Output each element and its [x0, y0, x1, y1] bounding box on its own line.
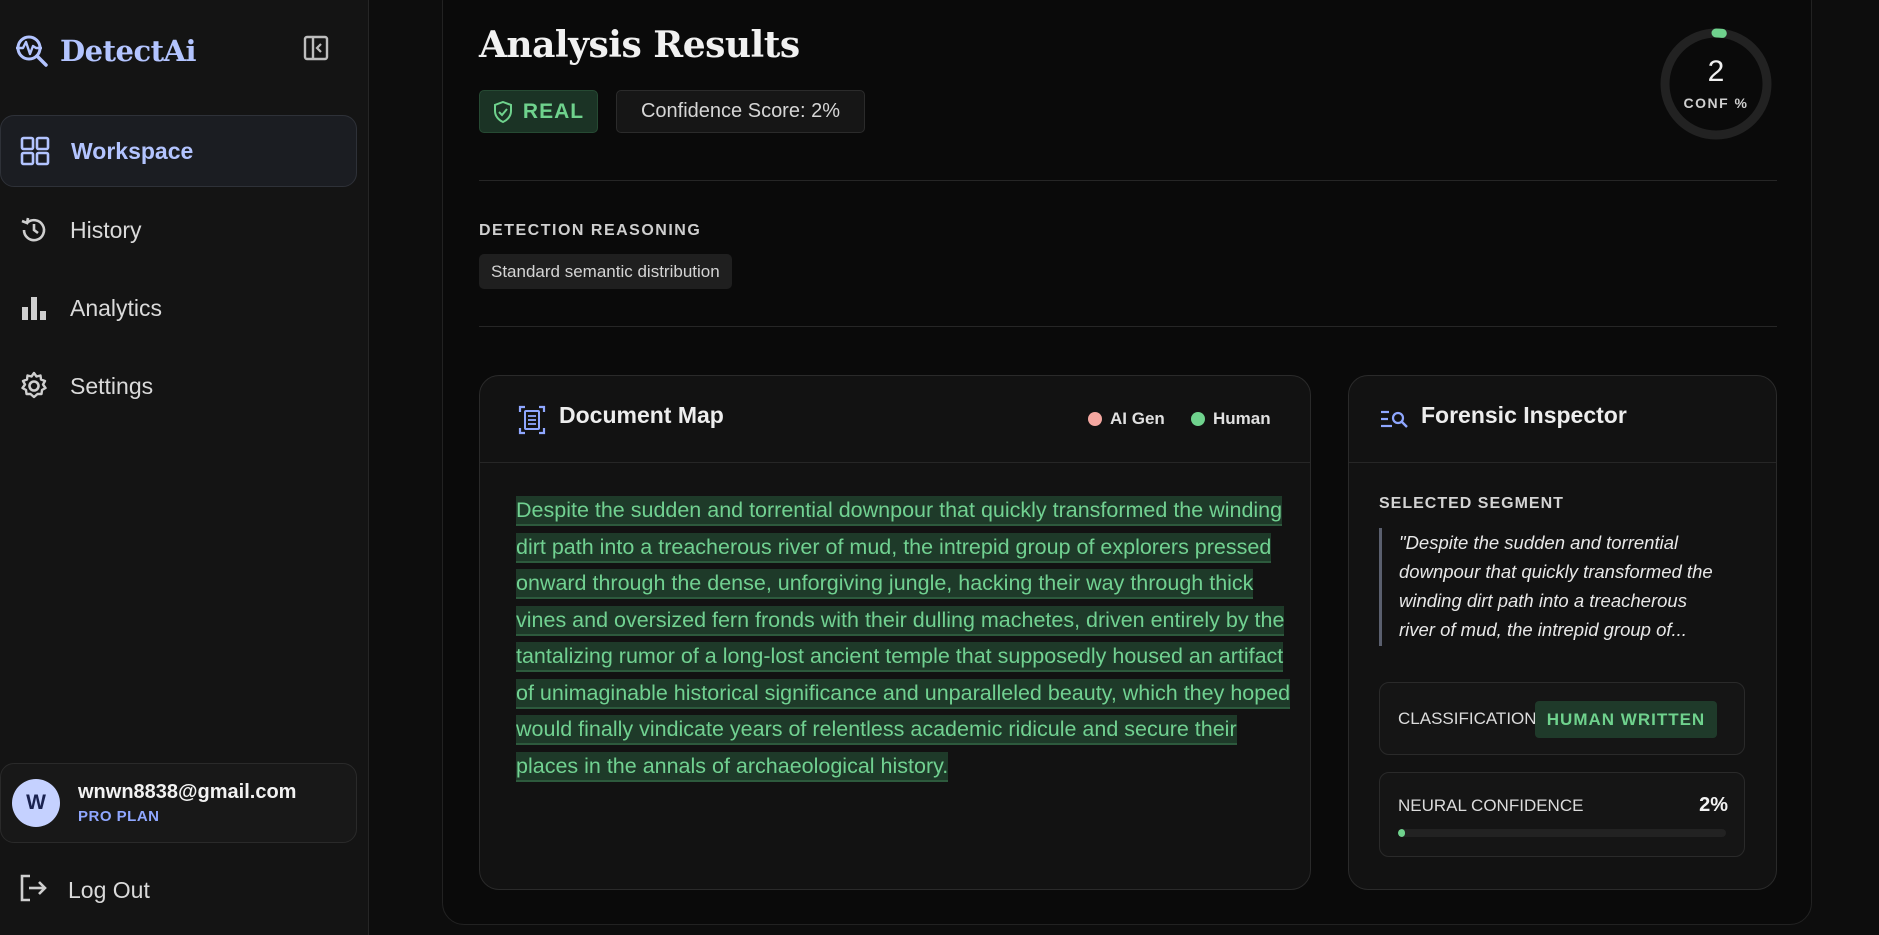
- document-scan-icon: [518, 405, 546, 435]
- sidebar: DetectAi Workspace History Analytics Set…: [0, 0, 369, 935]
- verdict-label: REAL: [522, 99, 585, 123]
- sidebar-item-history[interactable]: History: [0, 194, 357, 266]
- text-segment-human[interactable]: Despite the sudden and torrential downpo…: [516, 496, 1291, 782]
- document-map-title: Document Map: [559, 402, 724, 428]
- sidebar-item-label: Analytics: [70, 294, 163, 321]
- classification-box: CLASSIFICATION HUMAN WRITTEN: [1379, 682, 1745, 755]
- legend-human: Human: [1191, 409, 1271, 429]
- neural-confidence-bar: [1398, 829, 1726, 837]
- inspect-list-icon: [1381, 410, 1408, 428]
- forensic-inspector-card: Forensic Inspector SELECTED SEGMENT "Des…: [1348, 375, 1777, 890]
- segment-quote: "Despite the sudden and torrential downp…: [1379, 528, 1719, 646]
- reasoning-tag: Standard semantic distribution: [479, 254, 732, 289]
- gear-icon: [18, 370, 50, 402]
- card-header: Document Map AI Gen Human: [480, 376, 1310, 463]
- logout-button[interactable]: Log Out: [0, 855, 357, 925]
- human-legend-dot: [1191, 412, 1205, 426]
- sidebar-item-label: History: [70, 216, 142, 243]
- app-name: DetectAi: [60, 34, 197, 68]
- ai-legend-dot: [1088, 412, 1102, 426]
- neural-confidence-label: NEURAL CONFIDENCE: [1398, 796, 1584, 815]
- logout-label: Log Out: [68, 876, 150, 903]
- gauge-label: CONF %: [1683, 95, 1749, 111]
- divider: [479, 326, 1777, 327]
- selected-segment-heading: SELECTED SEGMENT: [1379, 495, 1564, 512]
- document-map-card: Document Map AI Gen Human Despite the su…: [479, 375, 1311, 890]
- user-plan: PRO PLAN: [78, 808, 160, 825]
- sidebar-item-label: Settings: [70, 372, 154, 399]
- legend-label: AI Gen: [1110, 409, 1165, 428]
- reasoning-heading: DETECTION REASONING: [479, 222, 702, 239]
- legend-ai: AI Gen: [1088, 409, 1165, 429]
- neural-confidence-value: 2%: [1699, 794, 1728, 816]
- collapse-sidebar-button[interactable]: [301, 33, 331, 63]
- bar-chart-icon: [18, 292, 50, 324]
- document-text: Despite the sudden and torrential downpo…: [516, 492, 1296, 784]
- sidebar-item-analytics[interactable]: Analytics: [0, 272, 357, 344]
- sidebar-toggle-icon: [303, 35, 329, 61]
- history-icon: [18, 214, 50, 246]
- divider: [479, 180, 1777, 181]
- logout-icon: [18, 873, 48, 908]
- brand[interactable]: DetectAi: [14, 30, 197, 72]
- sidebar-item-settings[interactable]: Settings: [0, 350, 357, 422]
- user-card[interactable]: W wnwn8838@gmail.com PRO PLAN: [0, 763, 357, 843]
- neural-confidence-box: NEURAL CONFIDENCE 2%: [1379, 772, 1745, 857]
- shield-check-icon: [493, 100, 512, 123]
- neural-confidence-fill: [1398, 829, 1405, 837]
- sidebar-item-workspace[interactable]: Workspace: [0, 115, 357, 187]
- sidebar-item-label: Workspace: [71, 137, 194, 164]
- classification-label: CLASSIFICATION: [1398, 709, 1537, 728]
- logo-icon: [16, 35, 48, 67]
- gauge-value: 2: [1707, 55, 1725, 88]
- avatar: W: [12, 779, 60, 827]
- card-header: Forensic Inspector: [1349, 376, 1776, 463]
- classification-badge: HUMAN WRITTEN: [1535, 701, 1717, 738]
- page-title: Analysis Results: [479, 24, 800, 66]
- forensic-inspector-title: Forensic Inspector: [1421, 402, 1627, 428]
- user-email: wnwn8838@gmail.com: [78, 781, 297, 803]
- verdict-badge: REAL: [479, 90, 598, 133]
- confidence-score: Confidence Score: 2%: [616, 90, 865, 133]
- grid-icon: [19, 135, 51, 167]
- legend-label: Human: [1213, 409, 1271, 428]
